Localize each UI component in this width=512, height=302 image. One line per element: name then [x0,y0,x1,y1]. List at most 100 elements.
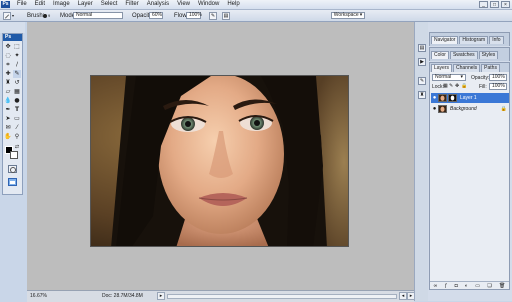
tab-layers[interactable]: Layers [431,63,453,72]
airbrush-toggle[interactable]: ✎ [209,11,217,20]
trash-icon[interactable]: 🗑 [499,283,505,289]
horizontal-scrollbar[interactable] [167,294,397,299]
dodge-tool-icon[interactable]: ● [13,97,21,105]
status-bar: 16.67% Doc: 28.7M/34.8M ▸ ◂ ▸ [27,290,415,302]
new-group-icon[interactable]: ▭ [475,283,480,289]
layer-blend-mode-select[interactable]: Normal ▾ [432,74,466,81]
tab-styles[interactable]: Styles [478,50,499,59]
layer-mask-thumbnail[interactable] [448,94,457,102]
menu-file[interactable]: File [13,0,31,9]
quick-mask-toggle[interactable] [8,165,17,173]
minimize-button[interactable]: _ [479,1,488,8]
maximize-button[interactable]: □ [490,1,499,8]
marquee-tool-icon[interactable]: ⬚ [13,43,21,51]
path-selection-tool-icon[interactable]: ➤ [4,115,12,123]
hand-tool-icon[interactable]: ✋ [4,133,12,141]
link-layers-icon[interactable]: ∞ [434,283,438,289]
background-color-swatch[interactable] [10,151,18,159]
zoom-tool-icon[interactable]: ⚲ [13,133,21,141]
mode-select[interactable]: Normal [73,12,123,19]
blend-mode-value: Normal [435,74,452,80]
move-tool-icon[interactable]: ✥ [4,43,12,51]
clone-stamp-tool-icon[interactable]: ♜ [4,79,12,87]
lock-position-icon[interactable]: ✥ [455,83,459,89]
menu-edit[interactable]: Edit [31,0,49,9]
type-tool-icon[interactable]: T [13,106,21,114]
brush-label: Brush: [27,12,45,19]
menu-analysis[interactable]: Analysis [143,0,173,9]
navigator-panel-group: Navigator Histogram Info [429,32,510,46]
color-panel-group: Color Swatches Styles [429,47,510,61]
workspace-button[interactable]: Workspace ▾ [331,12,365,19]
status-menu-arrow[interactable]: ▸ [157,292,165,300]
eraser-tool-icon[interactable]: ▱ [4,88,12,96]
scroll-left-arrow[interactable]: ◂ [399,292,407,300]
tab-swatches[interactable]: Swatches [449,50,478,59]
tab-channels[interactable]: Channels [453,63,481,72]
history-panel-icon[interactable]: ▤ [418,44,426,52]
opacity-input[interactable]: 60% [149,12,163,19]
tab-info[interactable]: Info [489,35,504,44]
layer-row-background[interactable]: ● Background 🔒 [431,104,509,114]
fill-label: Fill: [479,84,487,90]
menu-window[interactable]: Window [194,0,223,9]
tab-color[interactable]: Color [431,50,449,59]
screen-mode-toggle[interactable] [8,178,17,186]
brush-size-picker[interactable]: 9 [43,11,50,20]
brush-tool-icon[interactable]: ✎ [13,70,21,78]
menu-image[interactable]: Image [49,0,74,9]
lock-transparency-icon[interactable]: ▦ [443,83,448,89]
history-brush-tool-icon[interactable]: ↺ [13,79,21,87]
menu-help[interactable]: Help [223,0,243,9]
brush-tip-icon [43,13,47,18]
tab-navigator[interactable]: Navigator [431,35,459,44]
add-mask-icon[interactable]: ◘ [455,283,458,289]
brushes-panel-icon[interactable]: ✎ [418,77,426,85]
healing-brush-tool-icon[interactable]: ✚ [4,70,12,78]
menu-filter[interactable]: Filter [121,0,142,9]
magic-wand-tool-icon[interactable]: ✦ [13,52,21,60]
notes-tool-icon[interactable]: ✉ [4,124,12,132]
close-button[interactable]: × [501,1,510,8]
eye-icon[interactable]: ● [431,106,438,112]
photoshop-logo: Ps [1,1,10,8]
swap-colors-icon[interactable]: ⇄ [13,143,21,151]
mode-value: Normal [76,12,93,18]
lock-all-icon[interactable]: 🔒 [461,83,467,89]
layer-opacity-input[interactable]: 100% [489,74,507,81]
lock-pixels-icon[interactable]: ✎ [449,83,453,89]
brushes-panel-toggle[interactable]: ▤ [222,11,230,20]
clone-source-panel-icon[interactable]: ♜ [418,91,426,99]
menu-select[interactable]: Select [97,0,122,9]
options-bar: ▾ Brush: 9 Mode: Normal Opacity: 60% Flo… [0,10,512,22]
fill-input[interactable]: 100% [489,83,507,90]
tab-histogram[interactable]: Histogram [459,35,489,44]
pen-tool-icon[interactable]: ✒ [4,106,12,114]
layers-panel-toolbar: ∞ ƒ ◘ ◐ ▭ ❏ 🗑 [430,281,509,290]
layer-opacity-value: 100% [492,74,505,80]
adjustment-layer-icon[interactable]: ◐ [465,283,468,289]
zoom-level[interactable]: 16.67% [30,293,47,299]
gradient-tool-icon[interactable]: ▦ [13,88,21,96]
document-size[interactable]: Doc: 28.7M/34.8M [102,293,143,299]
tool-preset-picker[interactable]: ▾ [3,11,14,20]
document-canvas[interactable] [90,75,349,247]
slice-tool-icon[interactable]: ∕ [13,61,21,69]
eyedropper-tool-icon[interactable]: ⁄ [13,124,21,132]
actions-panel-icon[interactable]: ▶ [418,58,426,66]
tab-paths[interactable]: Paths [481,63,500,72]
layer-style-icon[interactable]: ƒ [445,283,448,289]
new-layer-icon[interactable]: ❏ [487,283,491,289]
layer-row-layer-1[interactable]: ● Layer 1 [431,93,509,103]
layer-name: Layer 1 [460,95,477,101]
eye-icon[interactable]: ● [431,95,438,101]
menu-layer[interactable]: Layer [74,0,97,9]
blur-tool-icon[interactable]: 💧 [4,97,12,105]
crop-tool-icon[interactable]: ⌗ [4,61,12,69]
shape-tool-icon[interactable]: ▭ [13,115,21,123]
opacity-value: 60% [152,12,163,18]
menu-view[interactable]: View [173,0,194,9]
right-panels: Navigator Histogram Info Color Swatches … [428,22,512,301]
flow-input[interactable]: 100% [186,12,202,19]
lasso-tool-icon[interactable]: ◌ [4,52,12,60]
